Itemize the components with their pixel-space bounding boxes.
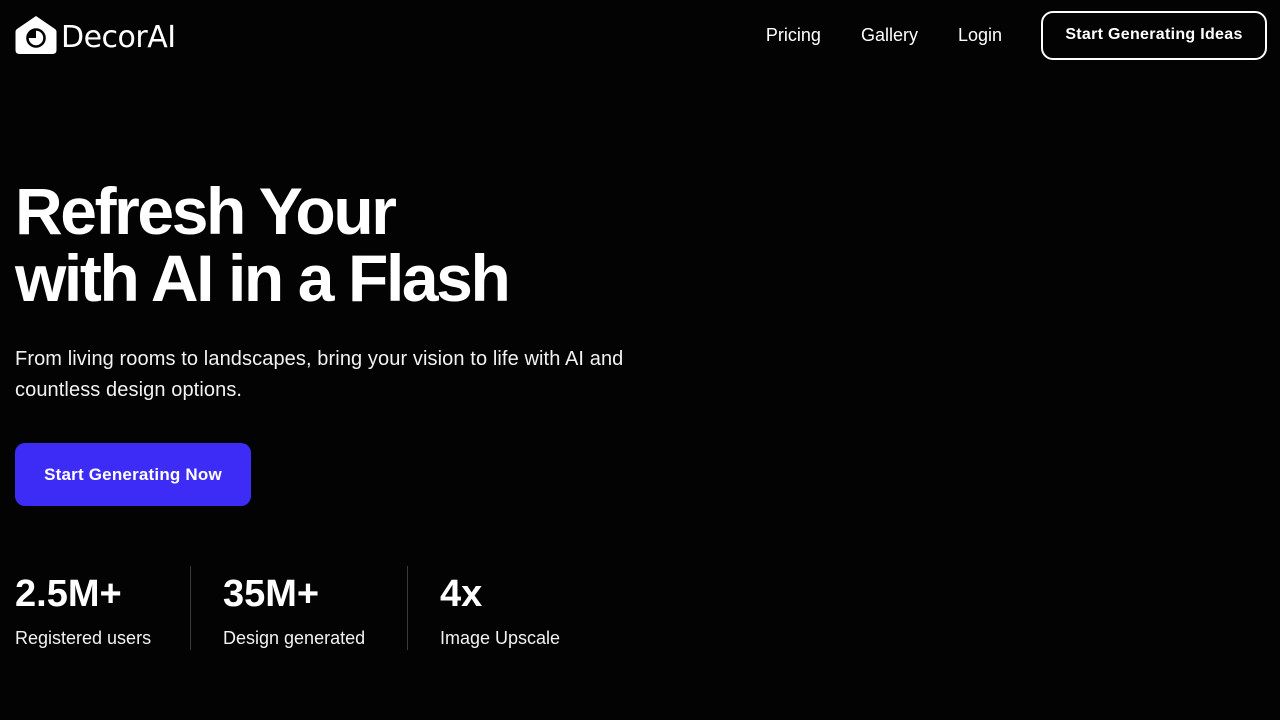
house-clock-icon [15, 16, 57, 54]
stats-row: 2.5M+ Registered users 35M+ Design gener… [15, 566, 628, 650]
stat-label: Registered users [15, 628, 152, 648]
stat-image-upscale: 4x Image Upscale [408, 566, 628, 650]
hero-subtitle: From living rooms to landscapes, bring y… [15, 348, 624, 401]
start-generating-now-button[interactable]: Start Generating Now [15, 443, 251, 506]
hero-section: Refresh Your with AI in a Flash From liv… [15, 178, 735, 406]
nav-link-pricing[interactable]: Pricing [766, 25, 821, 46]
nav-link-login[interactable]: Login [958, 25, 1002, 46]
stat-value: 2.5M+ [15, 573, 122, 615]
start-generating-ideas-button[interactable]: Start Generating Ideas [1041, 10, 1267, 60]
hero-title: Refresh Your with AI in a Flash [15, 178, 735, 312]
brand-name: DecorAI [61, 19, 176, 55]
stat-designs-generated: 35M+ Design generated [191, 566, 407, 650]
stat-label: Image Upscale [440, 628, 561, 648]
main-nav: Pricing Gallery Login Start Generating I… [766, 10, 1267, 60]
site-header: DecorAI Pricing Gallery Login Start Gene… [0, 0, 1280, 70]
brand-logo[interactable]: DecorAI [15, 15, 176, 55]
hero-title-line-1: Refresh Your [15, 174, 397, 248]
stat-value: 35M+ [223, 573, 320, 615]
stat-value: 4x [440, 573, 483, 615]
nav-link-gallery[interactable]: Gallery [861, 25, 918, 46]
hero-title-line-2: with AI in a Flash [15, 241, 511, 315]
stat-label: Design generated [223, 628, 366, 648]
stat-registered-users: 2.5M+ Registered users [15, 566, 190, 650]
landing-page: DecorAI Pricing Gallery Login Start Gene… [0, 0, 1280, 720]
